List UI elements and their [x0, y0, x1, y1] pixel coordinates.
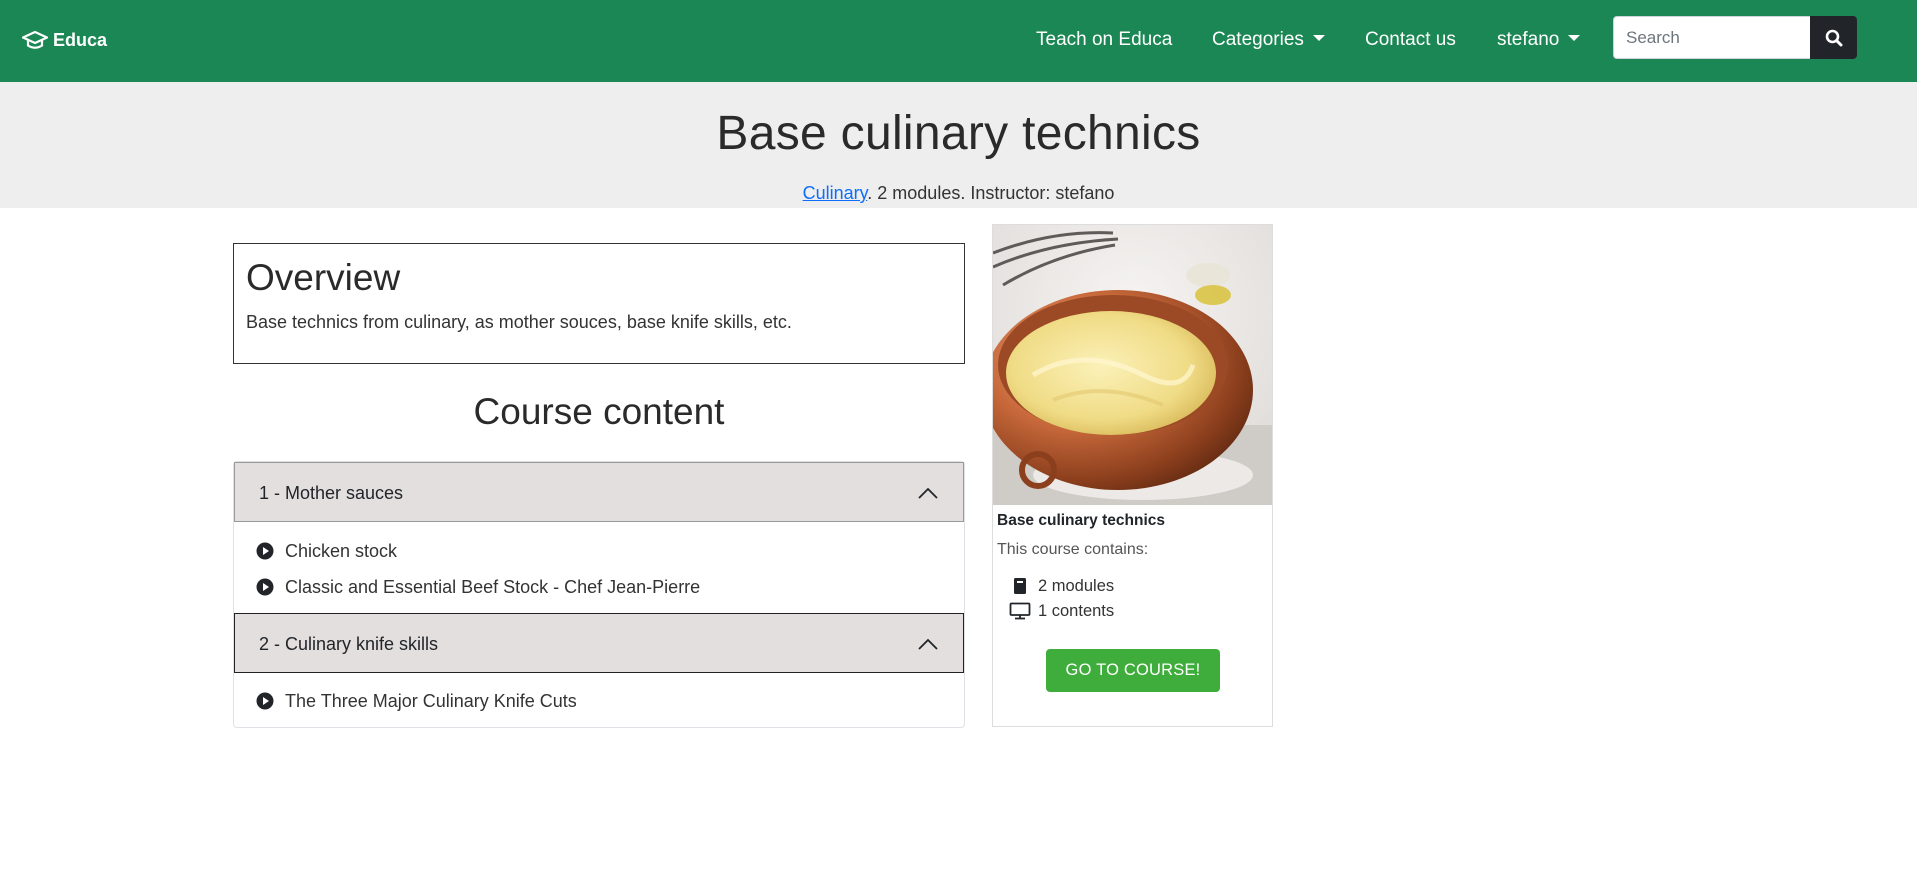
play-circle-icon: [256, 578, 274, 596]
user-dropdown[interactable]: stefano: [1497, 28, 1581, 52]
search-button[interactable]: [1810, 16, 1857, 59]
content-item[interactable]: The Three Major Culinary Knife Cuts: [256, 689, 577, 713]
search-icon: [1825, 29, 1842, 46]
user-name: stefano: [1497, 29, 1560, 50]
card-title: Base culinary technics: [997, 512, 1165, 529]
brand-name: Educa: [53, 29, 108, 50]
course-header: Base culinary technics Culinary. 2 modul…: [0, 82, 1917, 208]
category-link[interactable]: Culinary: [803, 183, 868, 203]
course-meta-text: . 2 modules. Instructor: stefano: [867, 183, 1115, 203]
content-item-label: Chicken stock: [285, 540, 398, 561]
categories-label: Categories: [1212, 29, 1304, 50]
search-input[interactable]: [1613, 16, 1811, 59]
overview-description: Base technics from culinary, as mother s…: [246, 312, 792, 332]
book-icon: [1014, 578, 1026, 594]
chevron-up-icon: [918, 487, 938, 499]
brand-link[interactable]: Educa: [22, 28, 107, 52]
caret-down-icon: [1312, 34, 1325, 41]
course-image: [993, 225, 1272, 505]
contact-link[interactable]: Contact us: [1365, 28, 1456, 52]
modules-stat: 2 modules: [1009, 575, 1114, 597]
contents-count: 1 contents: [1038, 601, 1115, 620]
go-to-course-button[interactable]: GO TO COURSE!: [1046, 649, 1220, 692]
overview-heading: Overview: [246, 257, 401, 298]
teach-link[interactable]: Teach on Educa: [1036, 28, 1172, 52]
chevron-up-icon: [918, 638, 938, 650]
caret-down-icon: [1568, 34, 1581, 41]
module-title: 1 - Mother sauces: [259, 483, 404, 503]
monitor-icon: [1009, 602, 1031, 620]
content-item-label: Classic and Essential Beef Stock - Chef …: [285, 576, 701, 597]
card-text: This course contains:: [997, 541, 1149, 558]
categories-dropdown[interactable]: Categories: [1212, 28, 1325, 52]
module-title: 2 - Culinary knife skills: [259, 634, 439, 654]
module-header[interactable]: 1 - Mother sauces: [234, 462, 964, 522]
content-item[interactable]: Chicken stock: [256, 539, 397, 563]
module-header[interactable]: 2 - Culinary knife skills: [234, 613, 964, 673]
overview-box: Overview Base technics from culinary, as…: [233, 243, 965, 364]
contents-stat: 1 contents: [1009, 600, 1114, 622]
content-item[interactable]: Classic and Essential Beef Stock - Chef …: [256, 575, 700, 599]
content-item-label: The Three Major Culinary Knife Cuts: [285, 690, 577, 711]
modules-count: 2 modules: [1038, 576, 1115, 595]
course-card: Base culinary technics This course conta…: [992, 224, 1273, 727]
graduation-cap-icon: [22, 30, 48, 49]
page-title: Base culinary technics: [716, 107, 1201, 160]
course-content-heading: Course content: [473, 391, 725, 432]
play-circle-icon: [256, 542, 274, 560]
course-meta: Culinary. 2 modules. Instructor: stefano: [0, 182, 1917, 204]
top-navbar: Educa Teach on Educa Categories Contact …: [0, 0, 1917, 82]
course-content-accordion: 1 - Mother sauces Chicken stock Classic …: [233, 461, 965, 728]
play-circle-icon: [256, 692, 274, 710]
